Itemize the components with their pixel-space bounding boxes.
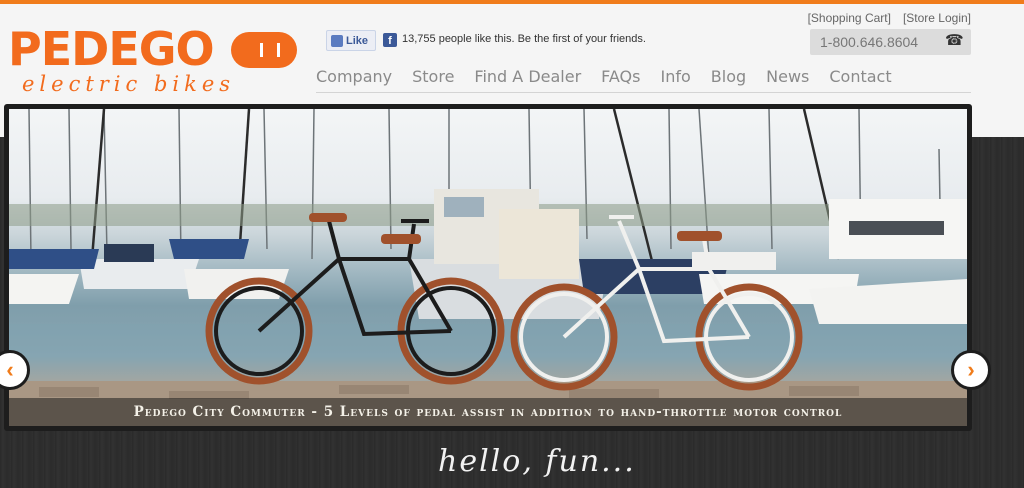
logo-pill-icon	[231, 32, 297, 68]
slide-caption: Pedego City Commuter - 5 Levels of pedal…	[9, 398, 967, 426]
phone-icon: ☎	[945, 32, 964, 49]
utility-links: [Shopping Cart] [Store Login]	[808, 11, 971, 25]
nav-item-faqs[interactable]: FAQs	[601, 67, 640, 89]
thumbs-up-icon	[331, 34, 343, 47]
nav-item-company[interactable]: Company	[316, 67, 392, 89]
nav-item-info[interactable]: Info	[660, 67, 690, 89]
facebook-like-button[interactable]: Like	[326, 30, 376, 51]
chevron-right-icon: ›	[967, 357, 975, 382]
hero-slider: Pedego City Commuter - 5 Levels of pedal…	[0, 104, 991, 431]
nav-divider	[316, 92, 971, 93]
nav-item-find-a-dealer[interactable]: Find A Dealer	[474, 67, 581, 89]
nav-item-contact[interactable]: Contact	[829, 67, 891, 89]
logo-subtitle: electric bikes	[22, 72, 236, 96]
slider-next-button[interactable]: ›	[951, 350, 991, 390]
facebook-like-count: 13,755 people like this. Be the first of…	[402, 33, 646, 45]
hello-fun-tagline: hello, fun...	[438, 444, 636, 479]
logo-wordmark: PEDEGO	[8, 22, 215, 76]
main-navigation: Company Store Find A Dealer FAQs Info Bl…	[316, 67, 892, 89]
pedego-logo[interactable]: PEDEGO electric bikes	[8, 26, 298, 98]
nav-item-blog[interactable]: Blog	[711, 67, 746, 89]
hero-slide-image: Pedego City Commuter - 5 Levels of pedal…	[9, 109, 967, 426]
shopping-cart-link[interactable]: [Shopping Cart]	[808, 11, 891, 25]
phone-number: 1-800.646.8604	[820, 34, 919, 50]
store-login-link[interactable]: [Store Login]	[903, 11, 971, 25]
marina-bikes-illustration	[9, 109, 967, 426]
nav-item-news[interactable]: News	[766, 67, 809, 89]
facebook-icon: f	[383, 33, 397, 47]
nav-item-store[interactable]: Store	[412, 67, 454, 89]
phone-number-box[interactable]: 1-800.646.8604 ☎	[810, 29, 971, 55]
chevron-left-icon: ‹	[6, 357, 14, 382]
facebook-like-label: Like	[346, 34, 369, 47]
